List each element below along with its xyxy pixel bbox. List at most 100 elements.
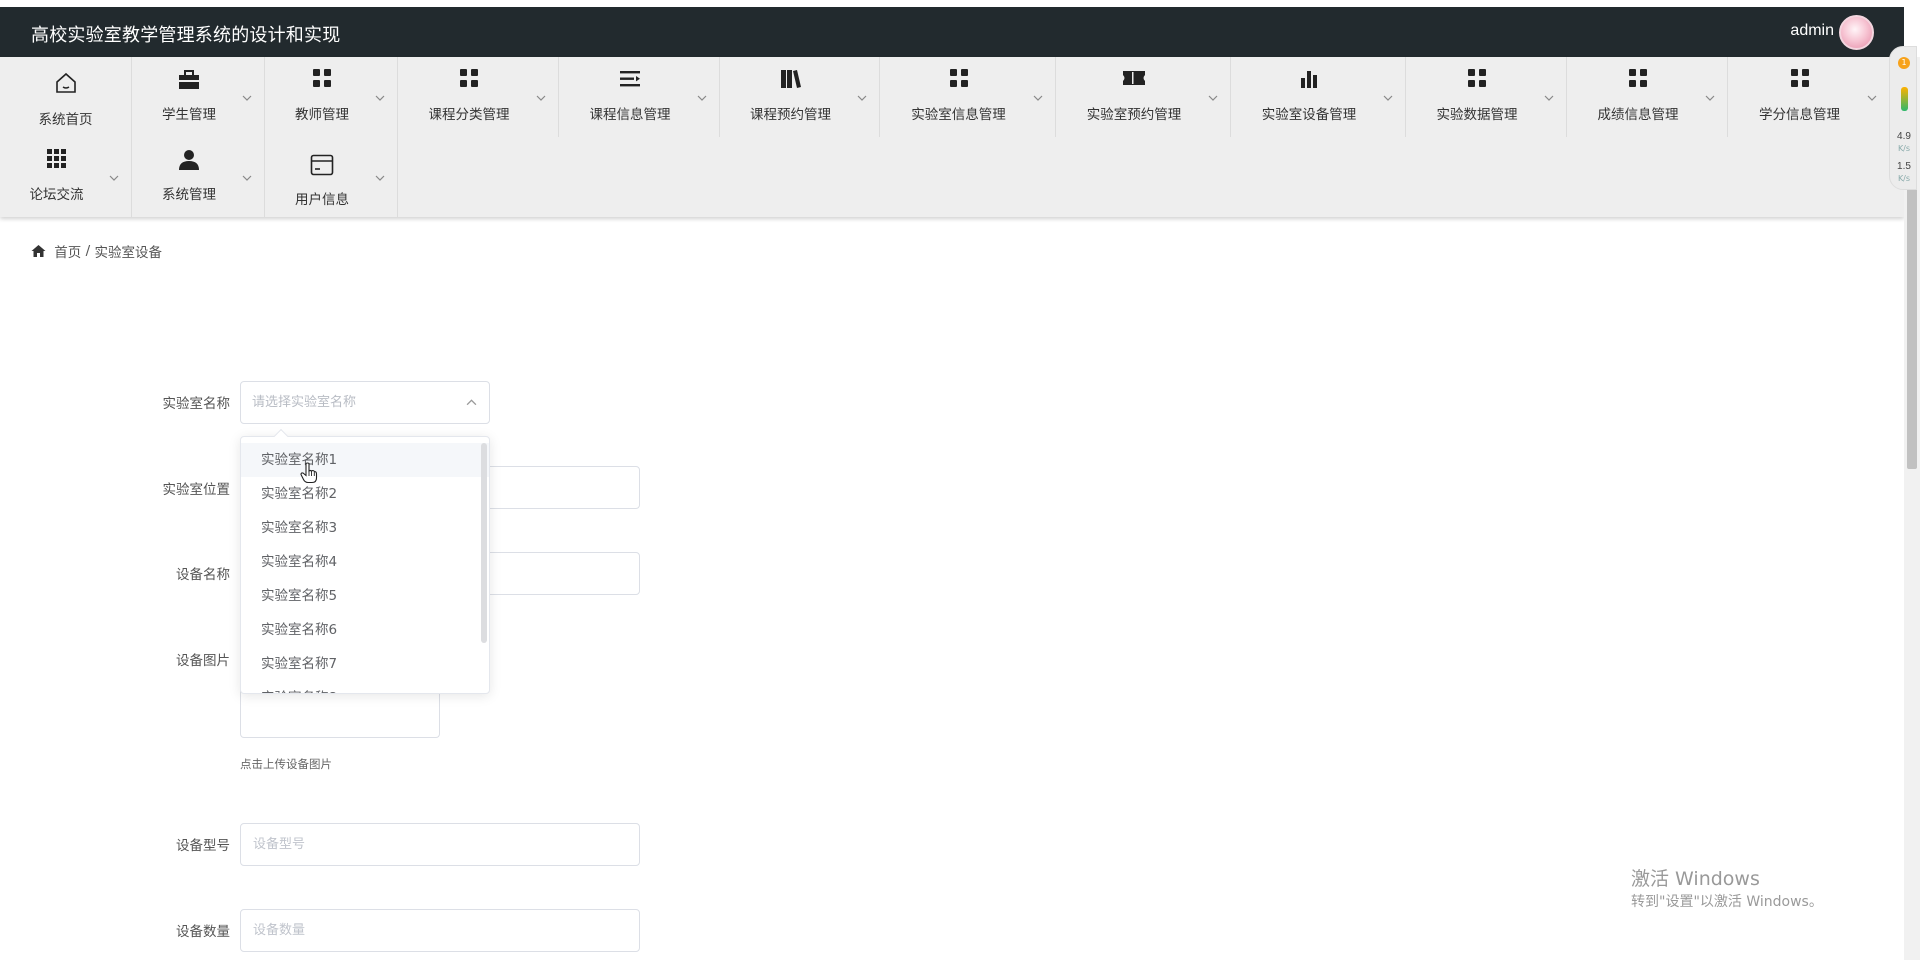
chevron-down-icon bbox=[1033, 95, 1043, 101]
dropdown-option[interactable]: 实验室名称3 bbox=[241, 511, 489, 545]
nav-item-lab-equipment[interactable]: 实验室设备管理 bbox=[1231, 57, 1406, 137]
chevron-down-icon bbox=[242, 175, 252, 181]
chevron-down-icon bbox=[109, 175, 119, 181]
nav-label: 学生管理 bbox=[162, 107, 216, 123]
nav-item-home[interactable]: 系统首页 bbox=[0, 57, 132, 137]
dropdown-scrollbar[interactable] bbox=[481, 443, 487, 643]
user-name[interactable]: admin bbox=[1790, 22, 1834, 40]
home-icon[interactable] bbox=[31, 244, 46, 258]
nav-label: 课程分类管理 bbox=[428, 107, 510, 123]
upload-tip: 点击上传设备图片 bbox=[240, 757, 332, 771]
app-header: 高校实验室教学管理系统的设计和实现 admin bbox=[0, 7, 1904, 57]
device-name-label: 设备名称 bbox=[176, 567, 230, 583]
device-count-input[interactable]: 设备数量 bbox=[240, 909, 640, 952]
breadcrumb-separator: / bbox=[85, 243, 91, 259]
dropdown-option[interactable]: 实验室名称8 bbox=[241, 681, 489, 693]
grid-icon bbox=[1728, 69, 1871, 91]
device-image-label: 设备图片 bbox=[176, 653, 230, 669]
lab-name-label: 实验室名称 bbox=[162, 396, 231, 412]
grid-icon bbox=[265, 69, 379, 91]
lab-name-select[interactable]: 请选择实验室名称 bbox=[240, 381, 490, 424]
nav-item-course-categories[interactable]: 课程分类管理 bbox=[398, 57, 559, 137]
card-icon bbox=[265, 154, 379, 176]
device-model-placeholder: 设备型号 bbox=[253, 837, 306, 852]
nav-label: 论坛交流 bbox=[29, 187, 84, 203]
dropdown-option[interactable]: 实验室名称6 bbox=[241, 613, 489, 647]
nav-label: 用户信息 bbox=[295, 192, 349, 208]
device-model-label: 设备型号 bbox=[176, 838, 230, 854]
lab-name-dropdown: 实验室名称1 实验室名称2 实验室名称3 实验室名称4 实验室名称5 实验室名称… bbox=[240, 436, 490, 694]
nav-label: 实验室预约管理 bbox=[1086, 107, 1182, 123]
nav-label: 教师管理 bbox=[295, 107, 349, 123]
nav-item-course-info[interactable]: 课程信息管理 bbox=[559, 57, 720, 137]
nav-label: 实验室设备管理 bbox=[1261, 107, 1357, 123]
chevron-down-icon bbox=[1208, 95, 1218, 101]
nav-item-credits[interactable]: 学分信息管理 bbox=[1728, 57, 1889, 137]
device-count-label: 设备数量 bbox=[176, 924, 230, 940]
device-model-input[interactable]: 设备型号 bbox=[240, 823, 640, 866]
avatar[interactable] bbox=[1839, 15, 1874, 50]
hand-cursor-icon bbox=[300, 462, 318, 484]
list-indent-icon bbox=[559, 69, 701, 91]
chevron-down-icon bbox=[375, 175, 385, 181]
grid-icon bbox=[398, 69, 540, 91]
nav-item-forum[interactable]: 论坛交流 bbox=[0, 137, 132, 217]
windows-activation-title: 激活 Windows bbox=[1631, 868, 1760, 890]
app-title: 高校实验室教学管理系统的设计和实现 bbox=[31, 25, 341, 46]
network-speed-widget[interactable]: 1 4.9 K/s 1.5 K/s bbox=[1889, 46, 1917, 190]
speed-bar bbox=[1901, 87, 1908, 111]
ticket-icon bbox=[1056, 69, 1212, 91]
chevron-down-icon bbox=[697, 95, 707, 101]
upload-unit: K/s bbox=[1897, 174, 1911, 183]
grid-icon bbox=[1567, 69, 1709, 91]
nav-label: 系统管理 bbox=[162, 187, 216, 203]
nav-label: 课程预约管理 bbox=[750, 107, 831, 123]
nav-label: 课程信息管理 bbox=[589, 107, 671, 123]
chevron-up-icon bbox=[466, 399, 477, 406]
windows-activation-hint: 转到"设置"以激活 Windows。 bbox=[1631, 894, 1823, 910]
dropdown-option[interactable]: 实验室名称4 bbox=[241, 545, 489, 579]
nav-label: 成绩信息管理 bbox=[1597, 107, 1679, 123]
chevron-down-icon bbox=[1544, 95, 1554, 101]
notification-badge: 1 bbox=[1898, 57, 1910, 69]
chevron-down-icon bbox=[1867, 95, 1877, 101]
dropdown-option[interactable]: 实验室名称1 bbox=[241, 443, 489, 477]
nav-item-user-info[interactable]: 用户信息 bbox=[265, 137, 398, 217]
bar-chart-icon bbox=[1231, 69, 1387, 91]
top-nav-menu: 系统首页 学生管理 教师管理 课程分类管理 课程信息管理 课程预约管理 实验室信… bbox=[0, 57, 1904, 217]
breadcrumb-home[interactable]: 首页 bbox=[54, 245, 81, 261]
grid-nine-icon bbox=[0, 149, 113, 171]
nav-item-teachers[interactable]: 教师管理 bbox=[265, 57, 398, 137]
chevron-down-icon bbox=[242, 95, 252, 101]
dropdown-list: 实验室名称1 实验室名称2 实验室名称3 实验室名称4 实验室名称5 实验室名称… bbox=[241, 437, 489, 693]
chevron-down-icon bbox=[375, 95, 385, 101]
breadcrumb-current: 实验室设备 bbox=[94, 245, 162, 261]
device-count-placeholder: 设备数量 bbox=[253, 923, 306, 938]
nav-item-course-booking[interactable]: 课程预约管理 bbox=[720, 57, 880, 137]
chevron-down-icon bbox=[857, 95, 867, 101]
nav-item-system[interactable]: 系统管理 bbox=[132, 137, 265, 217]
nav-label: 实验室信息管理 bbox=[911, 107, 1006, 123]
nav-item-lab-booking[interactable]: 实验室预约管理 bbox=[1056, 57, 1231, 137]
dropdown-option[interactable]: 实验室名称2 bbox=[241, 477, 489, 511]
grid-icon bbox=[1406, 69, 1548, 91]
top-strip bbox=[0, 0, 1920, 7]
chevron-down-icon bbox=[1705, 95, 1715, 101]
download-speed: 4.9 bbox=[1897, 131, 1911, 142]
book-icon bbox=[720, 69, 861, 91]
page-scrollbar[interactable] bbox=[1904, 57, 1920, 960]
nav-item-experiment-data[interactable]: 实验数据管理 bbox=[1406, 57, 1567, 137]
lab-name-placeholder: 请选择实验室名称 bbox=[252, 395, 357, 410]
user-icon bbox=[132, 149, 246, 171]
dropdown-option[interactable]: 实验室名称7 bbox=[241, 647, 489, 681]
upload-speed: 1.5 bbox=[1897, 161, 1911, 172]
download-unit: K/s bbox=[1897, 144, 1911, 153]
briefcase-icon bbox=[132, 69, 246, 91]
nav-label: 实验数据管理 bbox=[1436, 107, 1518, 123]
nav-item-students[interactable]: 学生管理 bbox=[132, 57, 265, 137]
dropdown-option[interactable]: 实验室名称5 bbox=[241, 579, 489, 613]
lab-location-label: 实验室位置 bbox=[162, 482, 231, 498]
nav-item-lab-info[interactable]: 实验室信息管理 bbox=[880, 57, 1056, 137]
nav-item-grades[interactable]: 成绩信息管理 bbox=[1567, 57, 1728, 137]
chevron-down-icon bbox=[1383, 95, 1393, 101]
